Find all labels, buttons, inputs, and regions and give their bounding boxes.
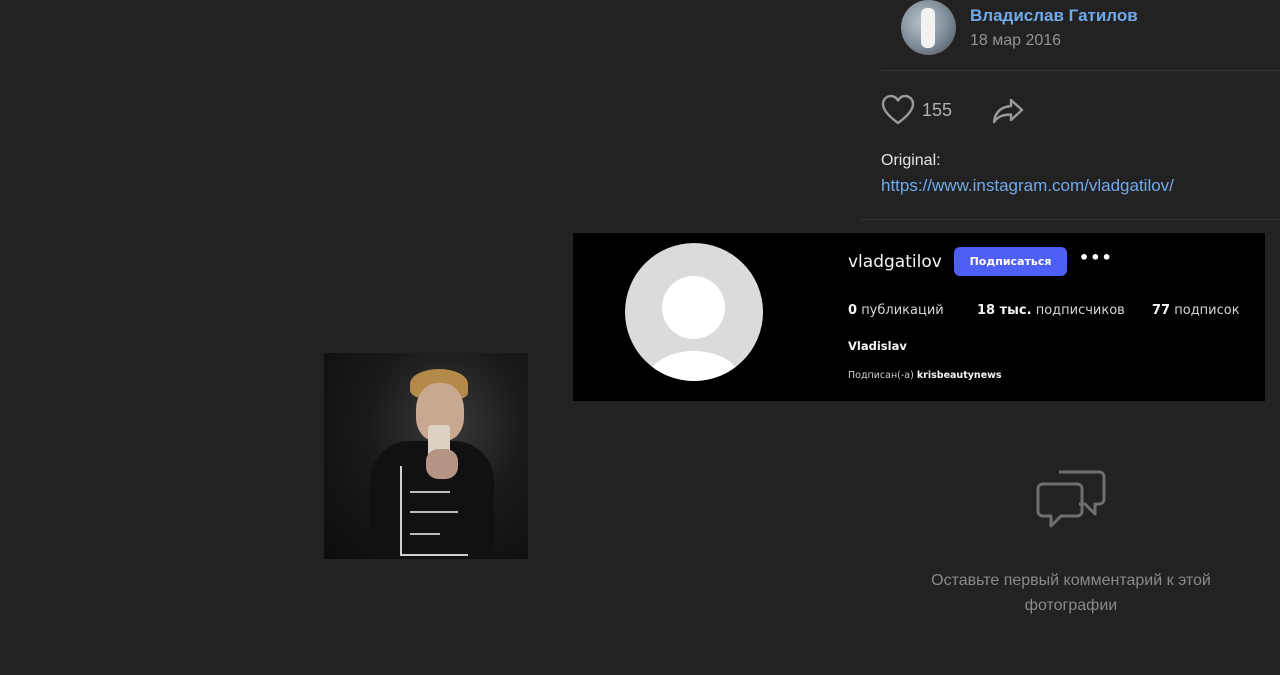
avatar-placeholder-head xyxy=(662,276,725,339)
stat-followers-label: подписчиков xyxy=(1035,303,1125,318)
divider xyxy=(861,219,1280,220)
author-header: Владислав Гатилов 18 мар 2016 xyxy=(881,0,1280,71)
description-label: Original: xyxy=(881,152,941,169)
author-avatar[interactable] xyxy=(901,0,956,55)
empty-comments-message: Оставьте первый комментарий к этой фотог… xyxy=(931,572,1211,614)
stat-following-label: подписок xyxy=(1174,303,1240,318)
stat-following[interactable]: 77 подписок xyxy=(1152,303,1240,318)
instagram-avatar[interactable] xyxy=(625,243,763,381)
main-photo[interactable] xyxy=(324,353,528,559)
author-name-link[interactable]: Владислав Гатилов xyxy=(970,6,1138,26)
photo-shirt-line xyxy=(410,511,458,513)
stat-posts-count: 0 xyxy=(848,303,858,318)
photo-shirt-line xyxy=(410,491,450,493)
stat-followers[interactable]: 18 тыс. подписчиков xyxy=(977,303,1125,318)
stat-following-count: 77 xyxy=(1152,303,1171,318)
post-date[interactable]: 18 мар 2016 xyxy=(970,32,1061,50)
post-actions: 155 xyxy=(881,90,1181,130)
photo-shirt-line xyxy=(410,533,440,535)
description-link[interactable]: https://www.instagram.com/vladgatilov/ xyxy=(881,176,1174,196)
instagram-profile-card: vladgatilov Подписаться ••• 0 публикаций… xyxy=(573,233,1265,401)
followed-by-line: Подписан(-а) krisbeautynews xyxy=(848,370,1002,381)
stat-posts: 0 публикаций xyxy=(848,303,944,318)
follow-button[interactable]: Подписаться xyxy=(954,247,1067,276)
photo-viewer: Владислав Гатилов 18 мар 2016 155 Origin… xyxy=(0,0,1280,675)
photo-hand xyxy=(426,449,458,479)
instagram-full-name: Vladislav xyxy=(848,339,907,353)
followed-by-prefix: Подписан(-а) xyxy=(848,370,914,381)
more-options-icon[interactable]: ••• xyxy=(1079,250,1112,270)
author-avatar-figure xyxy=(921,8,935,48)
share-icon[interactable] xyxy=(991,96,1025,126)
likes-count[interactable]: 155 xyxy=(922,100,952,121)
stat-followers-count: 18 тыс. xyxy=(977,303,1032,318)
avatar-placeholder-body xyxy=(647,351,741,381)
instagram-username: vladgatilov xyxy=(848,252,942,272)
followed-by-account[interactable]: krisbeautynews xyxy=(917,370,1002,381)
stat-posts-label: публикаций xyxy=(861,303,944,318)
heart-icon[interactable] xyxy=(881,94,915,126)
comments-icon xyxy=(1036,470,1106,528)
